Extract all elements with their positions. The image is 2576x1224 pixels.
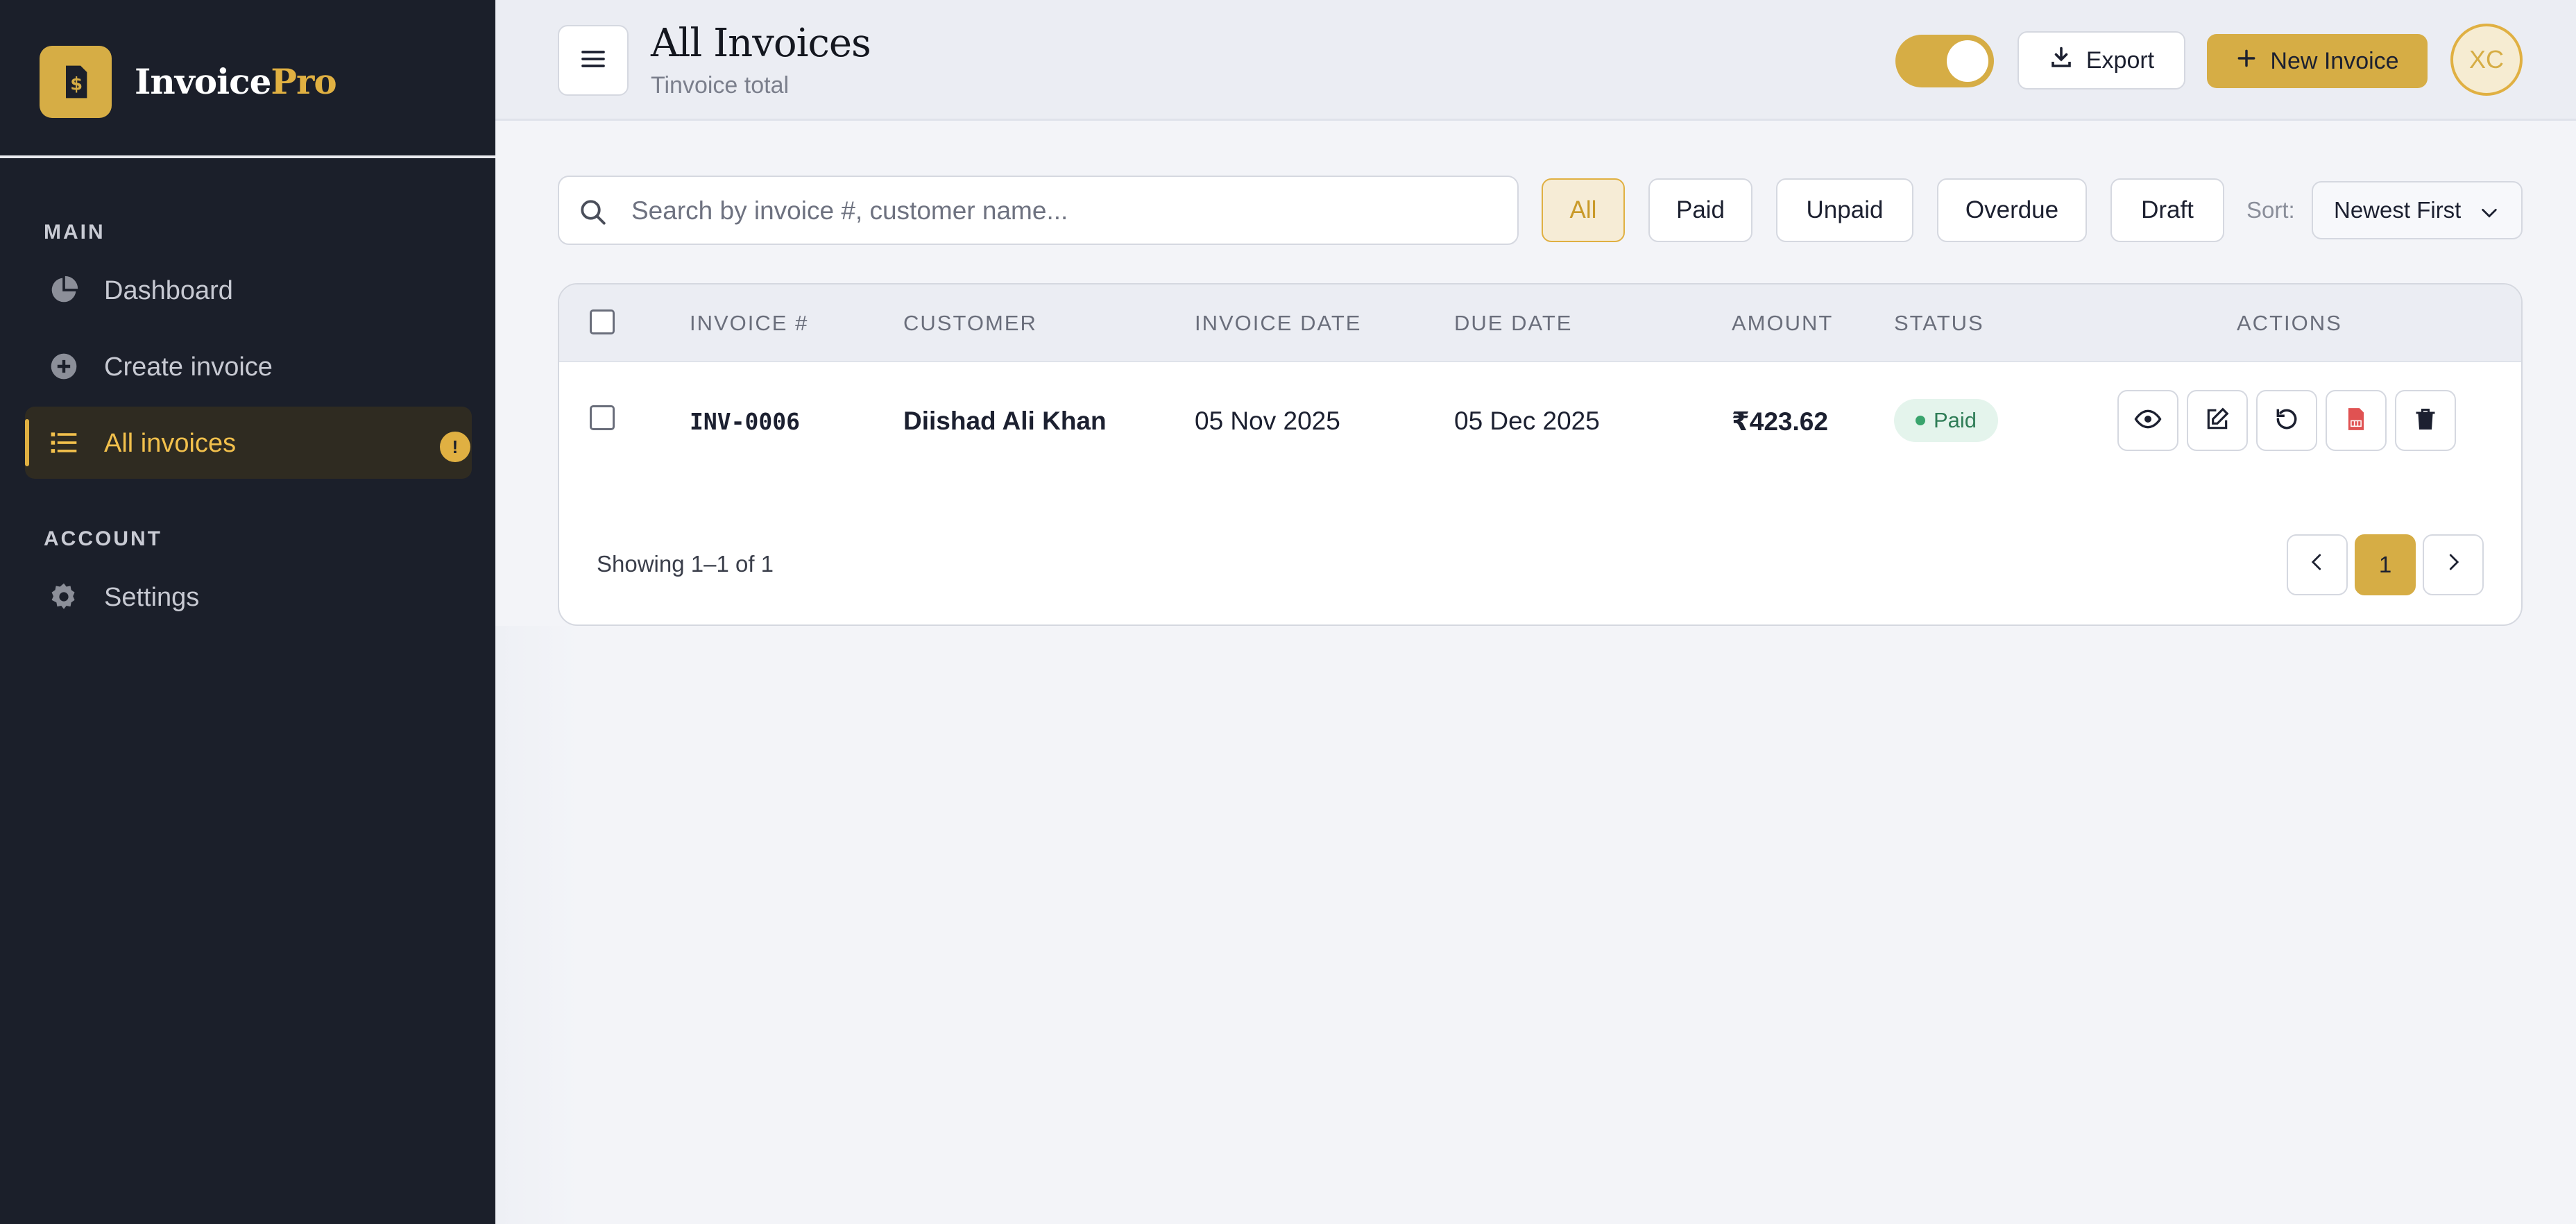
page-subtitle: Tinvoice total: [651, 72, 790, 99]
search-box[interactable]: [558, 176, 1519, 245]
filter-paid-button[interactable]: Paid: [1648, 178, 1752, 242]
delete-button[interactable]: [2395, 390, 2456, 451]
select-all-checkbox[interactable]: [590, 309, 615, 334]
new-invoice-button[interactable]: New Invoice: [2207, 34, 2428, 88]
invoice-number[interactable]: INV-0006: [690, 408, 800, 435]
next-page-button[interactable]: [2423, 534, 2484, 595]
theme-toggle[interactable]: [1895, 35, 1994, 87]
plus-icon: [2235, 47, 2258, 76]
invoice-date: 05 Nov 2025: [1195, 407, 1340, 435]
undo-icon: [2274, 406, 2300, 436]
pagination-summary: Showing 1–1 of 1: [597, 551, 774, 577]
export-button[interactable]: Export: [2018, 31, 2185, 90]
due-date: 05 Dec 2025: [1454, 407, 1600, 435]
user-avatar[interactable]: XC: [2450, 24, 2523, 96]
status-badge: Paid: [1894, 399, 1998, 442]
top-header: All Invoices Tinvoice total Export New I…: [495, 0, 2576, 121]
chevron-right-icon: [2443, 552, 2464, 578]
invoice-logo-icon: $: [40, 46, 112, 118]
hamburger-icon: [579, 45, 607, 76]
section-label-main: MAIN: [44, 221, 105, 244]
brand-name: InvoicePro: [135, 61, 337, 102]
trash-icon: [2413, 407, 2438, 435]
prev-page-button[interactable]: [2287, 534, 2348, 595]
sidebar-item-create-invoice[interactable]: Create invoice: [25, 330, 472, 402]
new-invoice-label: New Invoice: [2270, 47, 2399, 74]
status-label: Paid: [1933, 408, 1977, 432]
plus-circle-icon: [49, 351, 79, 382]
column-header-actions: ACTIONS: [2237, 311, 2342, 335]
sidebar-item-dashboard[interactable]: Dashboard: [25, 254, 472, 326]
filter-unpaid-button[interactable]: Unpaid: [1776, 178, 1913, 242]
sidebar-item-label: Settings: [104, 583, 200, 612]
brand-name-main: Invoice: [135, 61, 271, 102]
column-header-status: STATUS: [1894, 311, 1984, 335]
sidebar-item-all-invoices[interactable]: All invoices !: [25, 407, 472, 479]
sort-value: Newest First: [2334, 197, 2462, 223]
chevron-down-icon: [2478, 202, 2500, 221]
table-header: INVOICE # CUSTOMER INVOICE DATE DUE DATE…: [559, 284, 2521, 362]
eye-icon: [2134, 405, 2162, 436]
filter-overdue-button[interactable]: Overdue: [1937, 178, 2087, 242]
page-number-button[interactable]: 1: [2355, 534, 2416, 595]
brand-name-accent: Pro: [271, 61, 336, 102]
search-input[interactable]: [631, 191, 1499, 231]
gear-icon: [49, 581, 79, 612]
sort-label: Sort:: [2246, 197, 2295, 223]
pdf-icon: [2343, 406, 2369, 436]
brand: $ InvoicePro: [0, 0, 495, 158]
list-icon: [49, 427, 79, 458]
filter-draft-button[interactable]: Draft: [2110, 178, 2224, 242]
column-header-amount: AMOUNT: [1732, 311, 1834, 335]
sidebar-item-label: All invoices: [104, 429, 237, 458]
chevron-left-icon: [2307, 552, 2328, 578]
content-shadow: [495, 626, 579, 1224]
column-header-customer: CUSTOMER: [903, 311, 1037, 335]
view-button[interactable]: [2117, 390, 2178, 451]
edit-icon: [2204, 406, 2230, 436]
edit-button[interactable]: [2187, 390, 2248, 451]
revert-button[interactable]: [2256, 390, 2317, 451]
filter-all-button[interactable]: All: [1542, 178, 1625, 242]
column-header-invoice-date: INVOICE DATE: [1195, 311, 1362, 335]
sidebar-item-settings[interactable]: Settings: [25, 561, 472, 633]
page-title: All Invoices: [651, 21, 871, 66]
amount: ₹423.62: [1732, 407, 1828, 436]
sidebar-item-label: Dashboard: [104, 276, 233, 305]
download-icon: [2049, 45, 2074, 76]
column-header-invoice: INVOICE #: [690, 311, 809, 335]
menu-toggle-button[interactable]: [558, 25, 629, 96]
customer-name: Diishad Ali Khan: [903, 407, 1107, 435]
section-label-account: ACCOUNT: [44, 527, 162, 550]
sidebar-item-label: Create invoice: [104, 352, 273, 382]
svg-text:$: $: [70, 74, 83, 95]
invoice-table-card: INVOICE # CUSTOMER INVOICE DATE DUE DATE…: [558, 283, 2523, 626]
alert-badge: !: [440, 432, 470, 462]
toggle-knob: [1947, 40, 1988, 82]
export-label: Export: [2085, 46, 2155, 74]
download-pdf-button[interactable]: [2326, 390, 2387, 451]
sort-select[interactable]: Newest First: [2312, 181, 2523, 239]
column-header-due-date: DUE DATE: [1454, 311, 1573, 335]
status-dot-icon: [1915, 416, 1925, 425]
search-icon: [579, 198, 608, 227]
row-checkbox[interactable]: [590, 405, 615, 430]
sidebar: $ InvoicePro MAIN Dashboard Create invoi…: [0, 0, 495, 1224]
pie-chart-icon: [49, 275, 79, 305]
